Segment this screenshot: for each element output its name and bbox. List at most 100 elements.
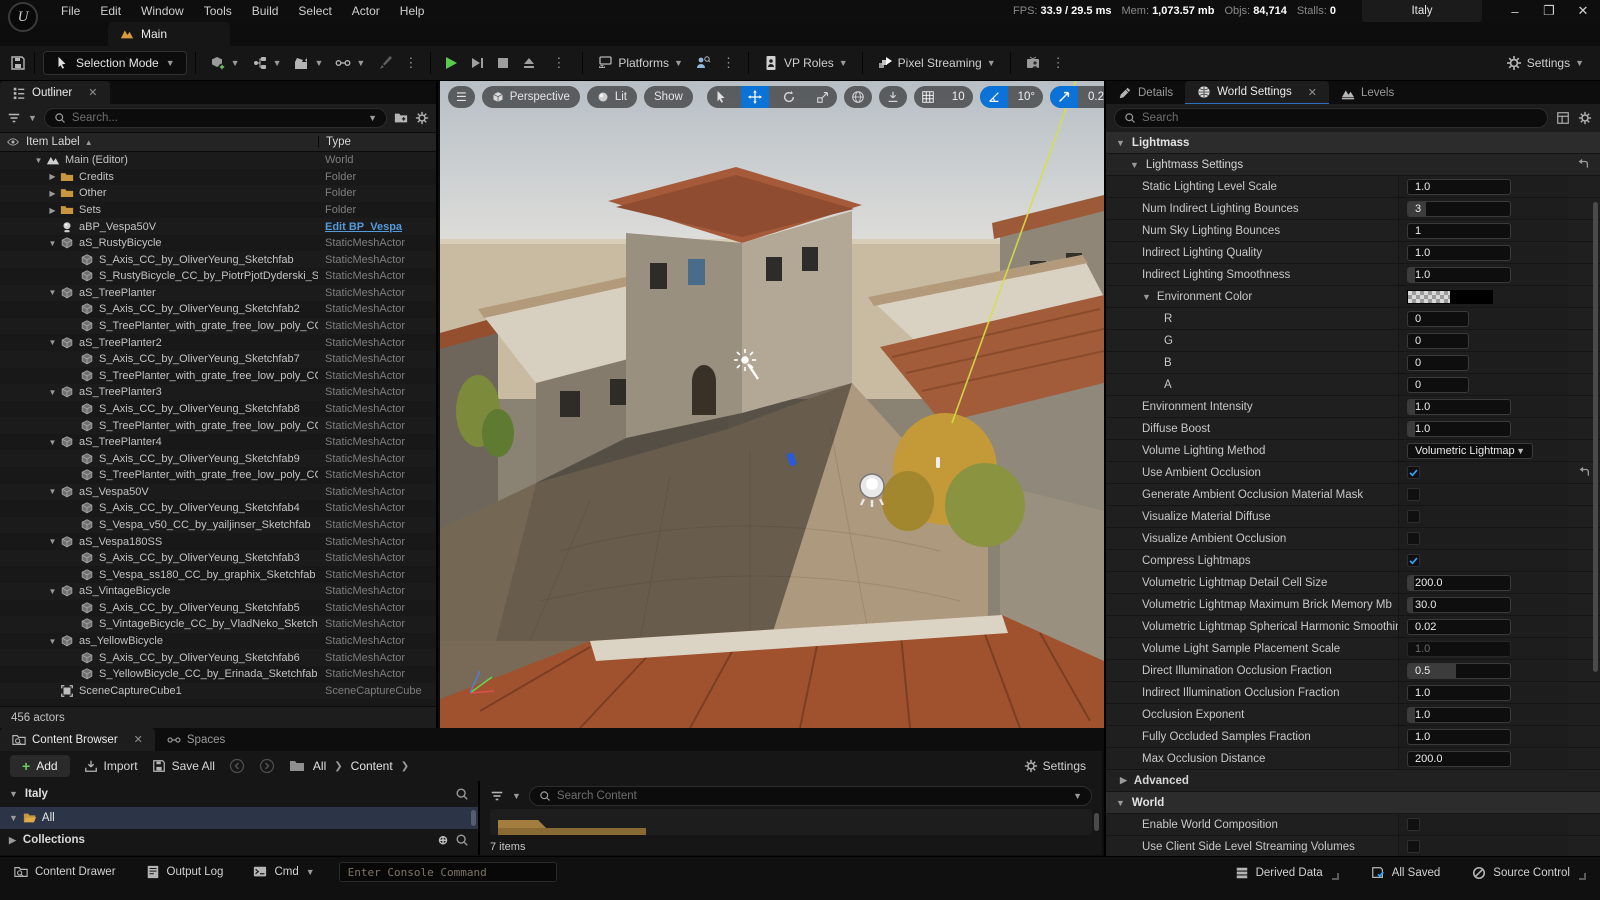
outliner-row[interactable]: S_Axis_CC_by_OliverYeung_Sketchfab3Stati… — [0, 550, 436, 567]
value-input[interactable]: 1.0 — [1407, 641, 1511, 657]
outliner-row[interactable]: S_TreePlanter_with_grate_free_low_poly_C… — [0, 318, 436, 335]
angle-snap-value[interactable]: 10° — [1014, 91, 1043, 103]
media-capture-button[interactable] — [1019, 51, 1047, 75]
actor-label[interactable]: S_TreePlanter_with_grate_free_low_poly_C… — [99, 469, 318, 481]
landscape-brush-button[interactable] — [371, 51, 399, 75]
expander-icon[interactable]: ▶ — [46, 206, 59, 215]
filter-icon[interactable] — [490, 789, 504, 803]
search-chevron-icon[interactable]: ▼ — [368, 113, 377, 123]
scrollbar[interactable] — [1094, 813, 1099, 831]
outliner-row[interactable]: aBP_Vespa50VEdit BP_Vespa — [0, 218, 436, 235]
platforms-kebab-icon[interactable]: ⋮ — [717, 55, 740, 71]
outliner-row[interactable]: S_Vespa_ss180_CC_by_graphix_SketchfabSta… — [0, 566, 436, 583]
close-button[interactable]: ✕ — [1566, 0, 1600, 22]
outliner-row[interactable]: ▼aS_VintageBicycleStaticMeshActor — [0, 583, 436, 600]
rotation-snap-control[interactable]: 10° — [980, 86, 1043, 108]
outliner-row[interactable]: SceneCaptureCube1SceneCaptureCube — [0, 683, 436, 700]
unreal-logo-icon[interactable]: U — [0, 0, 46, 22]
asset-grid[interactable] — [490, 809, 1092, 835]
filter-chevron-icon[interactable]: ▼ — [512, 791, 521, 801]
content-search[interactable]: ▼ — [529, 786, 1092, 806]
value-input[interactable]: 3 — [1407, 201, 1511, 217]
platforms-dropdown[interactable]: Platforms▼ — [591, 51, 689, 75]
edit-blueprint-link[interactable]: Edit BP_Vespa — [318, 221, 436, 233]
outliner-row[interactable]: ▶OtherFolder — [0, 185, 436, 202]
grid-snap-control[interactable]: 10 — [914, 86, 973, 108]
outliner-row[interactable]: ▶SetsFolder — [0, 202, 436, 219]
actor-label[interactable]: S_YellowBicycle_CC_by_Erinada_Sketchfab — [99, 668, 318, 680]
actor-label[interactable]: aS_VintageBicycle — [79, 585, 318, 597]
actor-label[interactable]: aS_Vespa50V — [79, 486, 318, 498]
play-kebab-icon[interactable]: ⋮ — [547, 55, 570, 71]
filter-chevron-icon[interactable]: ▼ — [28, 113, 37, 123]
expander-icon[interactable]: ▼ — [46, 288, 59, 297]
outliner-row[interactable]: ▶CreditsFolder — [0, 169, 436, 186]
cinematics-button[interactable]: ▼ — [287, 51, 329, 75]
tab-world-settings[interactable]: World Settings✕ — [1185, 81, 1329, 104]
content-settings-dropdown[interactable]: Settings — [1018, 755, 1092, 777]
all-saved-button[interactable]: All Saved — [1365, 862, 1447, 883]
checkbox[interactable] — [1407, 554, 1420, 567]
value-input[interactable]: 1.0 — [1407, 685, 1511, 701]
tab-details[interactable]: Details — [1106, 81, 1185, 104]
toolbar-kebab-icon[interactable]: ⋮ — [399, 55, 422, 71]
close-tab-icon[interactable]: ✕ — [134, 733, 143, 746]
close-tab-icon[interactable]: ✕ — [88, 86, 97, 99]
value-input[interactable]: 0 — [1407, 311, 1469, 327]
expander-icon[interactable]: ▼ — [46, 239, 59, 248]
value-input[interactable]: 1.0 — [1407, 245, 1511, 261]
world-settings-search[interactable] — [1114, 108, 1548, 128]
close-tab-icon[interactable]: ✕ — [1308, 86, 1317, 99]
reset-to-default-icon[interactable] — [1576, 158, 1590, 172]
outliner-row[interactable]: S_Axis_CC_by_OliverYeung_Sketchfab2Stati… — [0, 301, 436, 318]
value-input[interactable]: 200.0 — [1407, 575, 1511, 591]
actor-label[interactable]: S_Axis_CC_by_OliverYeung_Sketchfab — [99, 254, 318, 266]
outliner-row[interactable]: S_Axis_CC_by_OliverYeung_Sketchfab9Stati… — [0, 450, 436, 467]
outliner-search[interactable]: ▼ — [44, 108, 387, 128]
outliner-row[interactable]: ▼aS_Vespa180SSStaticMeshActor — [0, 533, 436, 550]
checkbox[interactable] — [1407, 532, 1420, 545]
category-header[interactable]: ▼World — [1106, 792, 1600, 814]
world-local-toggle[interactable] — [844, 86, 872, 108]
actor-label[interactable]: Credits — [79, 171, 318, 183]
search-icon[interactable] — [455, 833, 469, 847]
search-chevron-icon[interactable]: ▼ — [1073, 791, 1082, 801]
world-settings-search-input[interactable] — [1142, 112, 1538, 124]
expander-icon[interactable]: ▼ — [46, 388, 59, 397]
actor-label[interactable]: S_VintageBicycle_CC_by_VladNeko_Sketchfa… — [99, 618, 318, 630]
outliner-row[interactable]: ▼aS_TreePlanterStaticMeshActor — [0, 285, 436, 302]
actor-label[interactable]: S_Axis_CC_by_OliverYeung_Sketchfab2 — [99, 303, 318, 315]
actor-label[interactable]: S_TreePlanter_with_grate_free_low_poly_C… — [99, 370, 318, 382]
actor-label[interactable]: S_RustyBicycle_CC_by_PiotrPjotDyderski_S… — [99, 270, 318, 282]
actor-label[interactable]: S_Axis_CC_by_OliverYeung_Sketchfab7 — [99, 353, 318, 365]
actor-label[interactable]: as_YellowBicycle — [79, 635, 318, 647]
value-input[interactable]: 1.0 — [1407, 399, 1511, 415]
value-input[interactable]: 0 — [1407, 333, 1469, 349]
checkbox[interactable] — [1407, 466, 1420, 479]
menu-edit[interactable]: Edit — [91, 1, 130, 21]
value-input[interactable]: 0 — [1407, 377, 1469, 393]
value-input[interactable]: 0 — [1407, 355, 1469, 371]
cmd-dropdown[interactable]: Cmd▼ — [247, 862, 320, 882]
content-assets-area[interactable]: ▼ ▼ 7 items — [480, 781, 1102, 855]
checkbox[interactable] — [1407, 840, 1420, 853]
scale-tool[interactable] — [809, 86, 837, 108]
add-button[interactable]: +Add — [10, 755, 70, 777]
expander-icon[interactable]: ▼ — [46, 637, 59, 646]
outliner-row[interactable]: ▼aS_TreePlanter3StaticMeshActor — [0, 384, 436, 401]
tab-main-level[interactable]: Main — [108, 22, 230, 46]
actor-label[interactable]: Main (Editor) — [65, 154, 318, 166]
expander-icon[interactable]: ▼ — [1142, 292, 1151, 302]
expander-icon[interactable]: ▼ — [46, 438, 59, 447]
console-command-input[interactable] — [339, 862, 557, 882]
actor-label[interactable]: Other — [79, 187, 318, 199]
column-type[interactable]: Type — [318, 136, 436, 148]
visibility-eye-icon[interactable] — [7, 136, 19, 148]
reset-to-default-icon[interactable] — [1577, 466, 1591, 480]
tab-spaces[interactable]: Spaces — [155, 728, 237, 751]
menu-select[interactable]: Select — [289, 1, 340, 21]
pixel-streaming-dropdown[interactable]: Pixel Streaming▼ — [871, 51, 1002, 75]
breadcrumb-content[interactable]: Content — [351, 759, 393, 773]
output-log-button[interactable]: Output Log — [140, 862, 230, 882]
viewport-menu-button[interactable]: ☰ — [448, 86, 475, 108]
